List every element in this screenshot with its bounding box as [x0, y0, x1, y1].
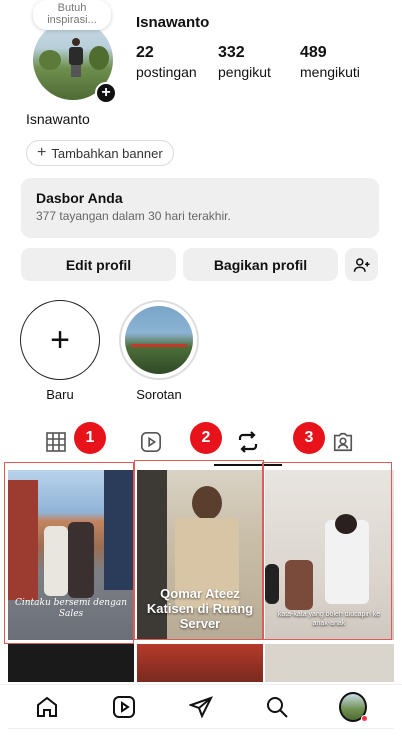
profile-username: Isnawanto: [136, 14, 210, 31]
profile-avatar[interactable]: +: [33, 20, 117, 104]
stat-following-value: 489: [300, 44, 327, 61]
reels-icon: [141, 432, 161, 452]
highlight-new[interactable]: + Baru: [20, 300, 100, 402]
profile-actions: Edit profil Bagikan profil: [21, 248, 378, 281]
stat-followers-value: 332: [218, 44, 245, 61]
add-banner-label: Tambahkan banner: [51, 145, 163, 161]
marker-3: 3: [293, 422, 325, 454]
highlight-label: Sorotan: [136, 387, 182, 402]
dashboard-subtitle: 377 tayangan dalam 30 hari terakhir.: [36, 209, 231, 223]
dashboard-title: Dasbor Anda: [36, 190, 123, 206]
plus-icon: +: [37, 144, 47, 161]
selection-box-3: [262, 462, 392, 640]
marker-1: 1: [74, 422, 106, 454]
edit-profile-button[interactable]: Edit profil: [21, 248, 176, 281]
tab-tagged[interactable]: [329, 428, 357, 456]
grid-icon: [46, 432, 66, 452]
nav-reels[interactable]: [110, 693, 138, 721]
nav-search[interactable]: [263, 693, 291, 721]
post-grid: Cintaku bersemi dengan Sales Qomar Ateez…: [0, 460, 402, 682]
home-icon: [37, 696, 57, 717]
post-thumbnail[interactable]: [137, 644, 263, 682]
stat-posts-value: 22: [136, 44, 154, 61]
tab-posts[interactable]: [42, 428, 70, 456]
stat-posts-label: postingan: [136, 64, 197, 80]
new-highlight-circle: +: [20, 300, 100, 380]
search-icon: [267, 697, 288, 718]
marker-2: 2: [190, 422, 222, 454]
post-thumbnail[interactable]: [265, 644, 394, 682]
home-indicator: [8, 728, 394, 729]
add-user-icon: [353, 257, 369, 272]
profile-stats: 22 postingan 332 pengikut 489 mengikuti: [136, 44, 390, 80]
discover-people-button[interactable]: [345, 248, 378, 281]
note-bubble[interactable]: Butuh inspirasi...: [33, 0, 111, 30]
add-banner-button[interactable]: + Tambahkan banner: [26, 140, 174, 166]
notification-dot: [361, 715, 368, 722]
selection-box-2: [134, 460, 264, 640]
tab-reels[interactable]: [137, 428, 165, 456]
stat-posts[interactable]: 22 postingan: [136, 44, 218, 80]
stat-followers-label: pengikut: [218, 64, 271, 80]
bottom-navigation: [0, 684, 402, 728]
professional-dashboard[interactable]: Dasbor Anda 377 tayangan dalam 30 hari t…: [21, 178, 379, 238]
stat-following[interactable]: 489 mengikuti: [300, 44, 390, 80]
stat-followers[interactable]: 332 pengikut: [218, 44, 300, 80]
nav-home[interactable]: [33, 693, 61, 721]
nav-profile[interactable]: [339, 692, 368, 722]
display-name: Isnawanto: [26, 111, 90, 127]
send-icon: [189, 696, 213, 719]
repost-icon: [238, 431, 258, 453]
highlight-label: Baru: [46, 387, 74, 402]
tagged-icon: [333, 432, 353, 452]
plus-icon: +: [50, 321, 70, 359]
highlight-sorotan[interactable]: Sorotan: [119, 300, 199, 402]
add-story-icon[interactable]: +: [95, 82, 117, 104]
nav-direct[interactable]: [187, 693, 215, 721]
post-thumbnail[interactable]: [8, 644, 134, 682]
tab-reposts[interactable]: [234, 428, 262, 456]
selection-box-1: [4, 462, 134, 644]
share-profile-button[interactable]: Bagikan profil: [183, 248, 338, 281]
reels-icon: [113, 696, 135, 718]
highlight-cover: [119, 300, 199, 380]
stat-following-label: mengikuti: [300, 64, 360, 80]
